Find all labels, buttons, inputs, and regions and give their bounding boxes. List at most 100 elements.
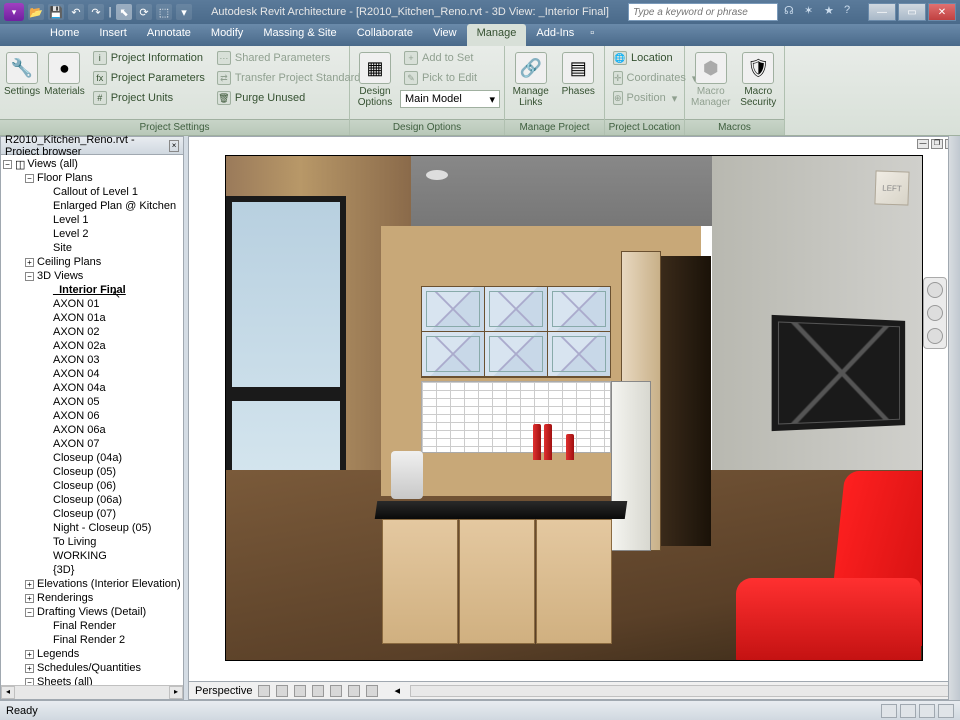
tree-legends[interactable]: +Legends <box>1 647 183 661</box>
tab-annotate[interactable]: Annotate <box>137 24 201 46</box>
tree-item[interactable]: Level 2 <box>1 227 183 241</box>
open-icon[interactable]: 📂 <box>28 4 44 20</box>
materials-button[interactable]: ●Materials <box>44 48 85 116</box>
close-button[interactable]: ✕ <box>928 3 956 21</box>
coordinates-button[interactable]: ✛Coordinates▾ <box>609 68 680 88</box>
hide-icon[interactable] <box>366 685 378 697</box>
add-to-set-button[interactable]: +Add to Set <box>400 48 500 68</box>
tree-item[interactable]: AXON 05 <box>1 395 183 409</box>
pointer-icon[interactable]: ⬉ <box>116 4 132 20</box>
tab-view[interactable]: View <box>423 24 467 46</box>
ribbon-expand-icon[interactable]: ▫ <box>584 24 600 46</box>
design-options-button[interactable]: ▦Design Options <box>354 48 396 116</box>
view-restore-button[interactable]: ❐ <box>931 139 943 149</box>
tree-item[interactable]: AXON 07 <box>1 437 183 451</box>
workset-icon[interactable] <box>881 704 897 718</box>
manage-links-button[interactable]: 🔗Manage Links <box>509 48 553 116</box>
save-icon[interactable]: 💾 <box>48 4 64 20</box>
purge-unused-button[interactable]: 🗑Purge Unused <box>213 88 370 108</box>
editable-only-icon[interactable] <box>900 704 916 718</box>
close-icon[interactable]: × <box>169 140 179 152</box>
macro-manager-button[interactable]: ⬢Macro Manager <box>689 48 733 116</box>
favorite-icon[interactable]: ★ <box>824 4 840 20</box>
expand-icon[interactable]: + <box>25 664 34 673</box>
tree-item[interactable]: AXON 02 <box>1 325 183 339</box>
macro-security-button[interactable]: 🛡Macro Security <box>737 48 781 116</box>
shadows-icon[interactable] <box>294 685 306 697</box>
tab-addins[interactable]: Add-Ins <box>526 24 584 46</box>
crop-icon[interactable] <box>330 685 342 697</box>
view-minimize-button[interactable]: — <box>917 139 929 149</box>
tree-item[interactable]: AXON 01 <box>1 297 183 311</box>
tree-item[interactable]: Closeup (04a) <box>1 451 183 465</box>
scroll-left-icon[interactable]: ◂ <box>394 684 400 697</box>
collapse-icon[interactable]: − <box>25 608 34 617</box>
tree-item[interactable]: AXON 06a <box>1 423 183 437</box>
tab-insert[interactable]: Insert <box>89 24 137 46</box>
project-browser-tree[interactable]: −◫Views (all) −Floor Plans Callout of Le… <box>1 155 183 685</box>
tree-item[interactable]: {3D} <box>1 563 183 577</box>
tab-manage[interactable]: Manage <box>467 24 527 46</box>
tree-interior-final[interactable]: _Interior Final↖ <box>1 283 183 297</box>
tree-item[interactable]: Level 1 <box>1 213 183 227</box>
tree-item[interactable]: AXON 04 <box>1 367 183 381</box>
right-sash[interactable] <box>948 136 960 700</box>
tree-item[interactable]: AXON 02a <box>1 339 183 353</box>
scroll-right-icon[interactable]: ▸ <box>169 686 183 699</box>
tree-elevations[interactable]: +Elevations (Interior Elevation) <box>1 577 183 591</box>
model-graphics-icon[interactable] <box>258 685 270 697</box>
view-cube[interactable]: LEFT <box>867 167 917 212</box>
position-button[interactable]: ⊕Position▾ <box>609 88 680 108</box>
tree-item[interactable]: AXON 03 <box>1 353 183 367</box>
tab-modify[interactable]: Modify <box>201 24 253 46</box>
shared-parameters-button[interactable]: ⋯Shared Parameters <box>213 48 370 68</box>
maximize-button[interactable]: ▭ <box>898 3 926 21</box>
scene-canvas[interactable] <box>225 155 923 661</box>
location-button[interactable]: 🌐Location <box>609 48 680 68</box>
tree-ceiling-plans[interactable]: +Ceiling Plans <box>1 255 183 269</box>
tree-item[interactable]: Final Render <box>1 619 183 633</box>
tree-drafting-views[interactable]: −Drafting Views (Detail) <box>1 605 183 619</box>
tree-item[interactable]: To Living <box>1 535 183 549</box>
tree-item[interactable]: AXON 01a <box>1 311 183 325</box>
collapse-icon[interactable]: − <box>25 174 34 183</box>
tree-schedules[interactable]: +Schedules/Quantities <box>1 661 183 675</box>
tree-floor-plans[interactable]: −Floor Plans <box>1 171 183 185</box>
collapse-icon[interactable]: − <box>25 272 34 281</box>
phases-button[interactable]: ▤Phases <box>557 48 601 116</box>
tree-renderings[interactable]: +Renderings <box>1 591 183 605</box>
expand-icon[interactable]: + <box>25 580 34 589</box>
tree-item[interactable]: Night - Closeup (05) <box>1 521 183 535</box>
dropdown-icon[interactable]: ▾ <box>176 4 192 20</box>
redo-icon[interactable]: ↷ <box>88 4 104 20</box>
search-input[interactable] <box>628 3 778 21</box>
app-menu-button[interactable]: ▾ <box>4 3 24 21</box>
tree-item[interactable]: Callout of Level 1 <box>1 185 183 199</box>
collapse-icon[interactable]: − <box>3 160 12 169</box>
pan-icon[interactable] <box>927 305 943 321</box>
expand-icon[interactable]: + <box>25 650 34 659</box>
crop-region-icon[interactable] <box>348 685 360 697</box>
tab-home[interactable]: Home <box>40 24 89 46</box>
tree-item[interactable]: Final Render 2 <box>1 633 183 647</box>
undo-icon[interactable]: ↶ <box>68 4 84 20</box>
project-units-button[interactable]: #Project Units <box>89 88 209 108</box>
sun-icon[interactable] <box>276 685 288 697</box>
tree-item[interactable]: Enlarged Plan @ Kitchen <box>1 199 183 213</box>
expand-icon[interactable]: + <box>25 594 34 603</box>
tree-item[interactable]: Closeup (07) <box>1 507 183 521</box>
project-parameters-button[interactable]: fxProject Parameters <box>89 68 209 88</box>
tab-collaborate[interactable]: Collaborate <box>347 24 423 46</box>
3d-icon[interactable]: ⬚ <box>156 4 172 20</box>
render-icon[interactable] <box>312 685 324 697</box>
collapse-icon[interactable]: − <box>25 678 34 686</box>
zoom-icon[interactable] <box>927 328 943 344</box>
tree-3d-views[interactable]: −3D Views <box>1 269 183 283</box>
tree-item[interactable]: AXON 06 <box>1 409 183 423</box>
tree-views[interactable]: −◫Views (all) <box>1 157 183 171</box>
tree-item[interactable]: Site <box>1 241 183 255</box>
settings-button[interactable]: 🔧Settings <box>4 48 40 116</box>
scroll-left-icon[interactable]: ◂ <box>1 686 15 699</box>
tree-item[interactable]: AXON 04a <box>1 381 183 395</box>
expand-icon[interactable]: + <box>25 258 34 267</box>
